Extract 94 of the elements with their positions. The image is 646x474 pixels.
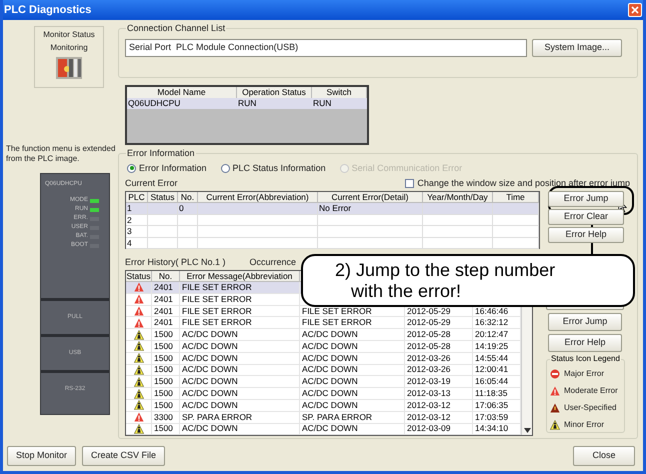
table-cell: AC/DC DOWN <box>302 364 358 376</box>
table-cell: FILE SET ERROR <box>182 282 252 293</box>
table-cell: AC/DC DOWN <box>182 388 238 400</box>
table-cell: 1500 <box>154 400 173 411</box>
table-cell: FILE SET ERROR <box>182 317 252 328</box>
table-cell: AC/DC DOWN <box>302 352 358 364</box>
table-cell: 2 <box>127 214 132 224</box>
table-cell: 2012-05-29 <box>407 317 450 328</box>
table-cell: FILE SET ERROR <box>182 306 252 316</box>
column-header: Current Error(Abbreviation) <box>198 192 318 202</box>
table-cell: 14:34:10 <box>475 423 508 434</box>
table-cell: 20:12:47 <box>475 329 508 340</box>
table-cell: 2401 <box>154 306 173 316</box>
table-cell: AC/DC DOWN <box>182 364 238 376</box>
table-cell: 3 <box>127 226 132 236</box>
table-cell: SP. PARA ERROR <box>302 412 372 423</box>
function-menu-note: The function menu is extended from the PLC image. <box>6 144 116 164</box>
table-cell: AC/DC DOWN <box>302 340 358 352</box>
column-header: Status <box>148 192 178 202</box>
table-cell: AC/DC DOWN <box>302 329 358 340</box>
table-cell: 17:06:35 <box>475 400 508 411</box>
legend-label: Minor Error <box>564 419 604 431</box>
table-cell: 16:32:12 <box>475 317 508 328</box>
table-cell: 2012-05-28 <box>407 340 450 352</box>
legend-label: Major Error <box>564 368 604 380</box>
table-cell: 1 <box>127 203 132 213</box>
table-cell: 14:19:25 <box>475 340 508 352</box>
table-cell: 2012-03-12 <box>407 400 450 411</box>
table-cell: AC/DC DOWN <box>302 423 358 434</box>
table-cell: AC/DC DOWN <box>182 423 238 434</box>
table-cell: 16:46:46 <box>475 306 508 316</box>
table-cell: 4 <box>127 238 132 248</box>
group-title: Error Information <box>126 147 196 160</box>
table-cell: AC/DC DOWN <box>302 376 358 388</box>
table-cell: 11:18:35 <box>475 388 508 400</box>
table-cell: 0 <box>179 203 184 213</box>
column-header: No. <box>158 271 172 281</box>
table-cell: 1500 <box>154 329 173 340</box>
table-cell-text: RUN <box>312 98 332 109</box>
legend-label: User-Specified <box>564 402 616 414</box>
table-cell: FILE SET ERROR <box>182 294 252 305</box>
table-cell-text: Q06UDHCPU <box>127 98 182 109</box>
table-cell: 14:55:44 <box>475 352 508 364</box>
table-cell: SP. PARA ERROR <box>182 412 252 423</box>
monitor-status-label: Monitor Status <box>43 29 95 41</box>
table-cell: 2012-03-13 <box>407 388 450 400</box>
table-cell: AC/DC DOWN <box>182 352 238 364</box>
group-title: Status Icon Legend <box>550 353 621 365</box>
table-cell: 12:00:41 <box>475 364 508 376</box>
table-cell: AC/DC DOWN <box>302 400 358 411</box>
table-cell: 1500 <box>154 376 173 388</box>
table-cell: 2012-03-09 <box>407 423 450 434</box>
table-cell: No Error <box>319 203 352 213</box>
column-header: Current Error(Detail) <box>318 192 423 202</box>
table-cell: 1500 <box>154 340 173 352</box>
table-cell: 2012-03-26 <box>407 364 450 376</box>
table-cell: 2401 <box>154 317 173 328</box>
table-cell: FILE SET ERROR <box>302 317 372 328</box>
legend-label: Moderate Error <box>564 385 618 397</box>
table-cell: 17:03:59 <box>475 412 508 423</box>
table-cell: 2012-03-12 <box>407 412 450 423</box>
monitor-status-value: Monitoring <box>50 42 88 54</box>
table-cell: 2012-05-29 <box>407 306 450 316</box>
table-cell: 2401 <box>154 294 173 305</box>
occurrence-label: Occurrence <box>250 256 296 270</box>
error-history-label: Error History( PLC No.1 ) <box>125 256 226 270</box>
table-cell: 1500 <box>154 352 173 364</box>
table-cell: 2012-03-26 <box>407 352 450 364</box>
column-header: Year/Month/Day <box>423 192 493 202</box>
table-cell: 1500 <box>154 388 173 400</box>
table-cell: 1500 <box>154 364 173 376</box>
table-cell: 1500 <box>154 423 173 434</box>
column-header: Time <box>493 192 539 202</box>
group-title: Connection Channel List <box>126 22 226 35</box>
column-header: Error Message(Abbreviation <box>186 271 292 281</box>
table-cell: 16:05:44 <box>475 376 508 388</box>
column-header: PLC <box>126 192 148 202</box>
column-header: Status <box>126 271 151 281</box>
current-error-label: Current Error <box>125 176 178 190</box>
table-cell-text: RUN <box>237 98 258 109</box>
table-cell: AC/DC DOWN <box>182 340 238 352</box>
table-cell: FILE SET ERROR <box>302 306 372 316</box>
table-cell: AC/DC DOWN <box>302 388 358 400</box>
column-header: No. <box>178 192 198 202</box>
table-cell: AC/DC DOWN <box>182 376 238 388</box>
table-cell: AC/DC DOWN <box>182 400 238 411</box>
callout-text: 2) Jump to the step number <box>335 260 556 280</box>
table-cell: 2012-03-19 <box>407 376 450 388</box>
callout-text: with the error! <box>350 280 462 302</box>
table-cell: AC/DC DOWN <box>182 329 238 340</box>
table-cell: 2012-05-28 <box>407 329 450 340</box>
table-cell: 3300 <box>154 412 173 423</box>
window-title: PLC Diagnostics <box>4 2 92 18</box>
table-cell: 2401 <box>154 282 173 293</box>
